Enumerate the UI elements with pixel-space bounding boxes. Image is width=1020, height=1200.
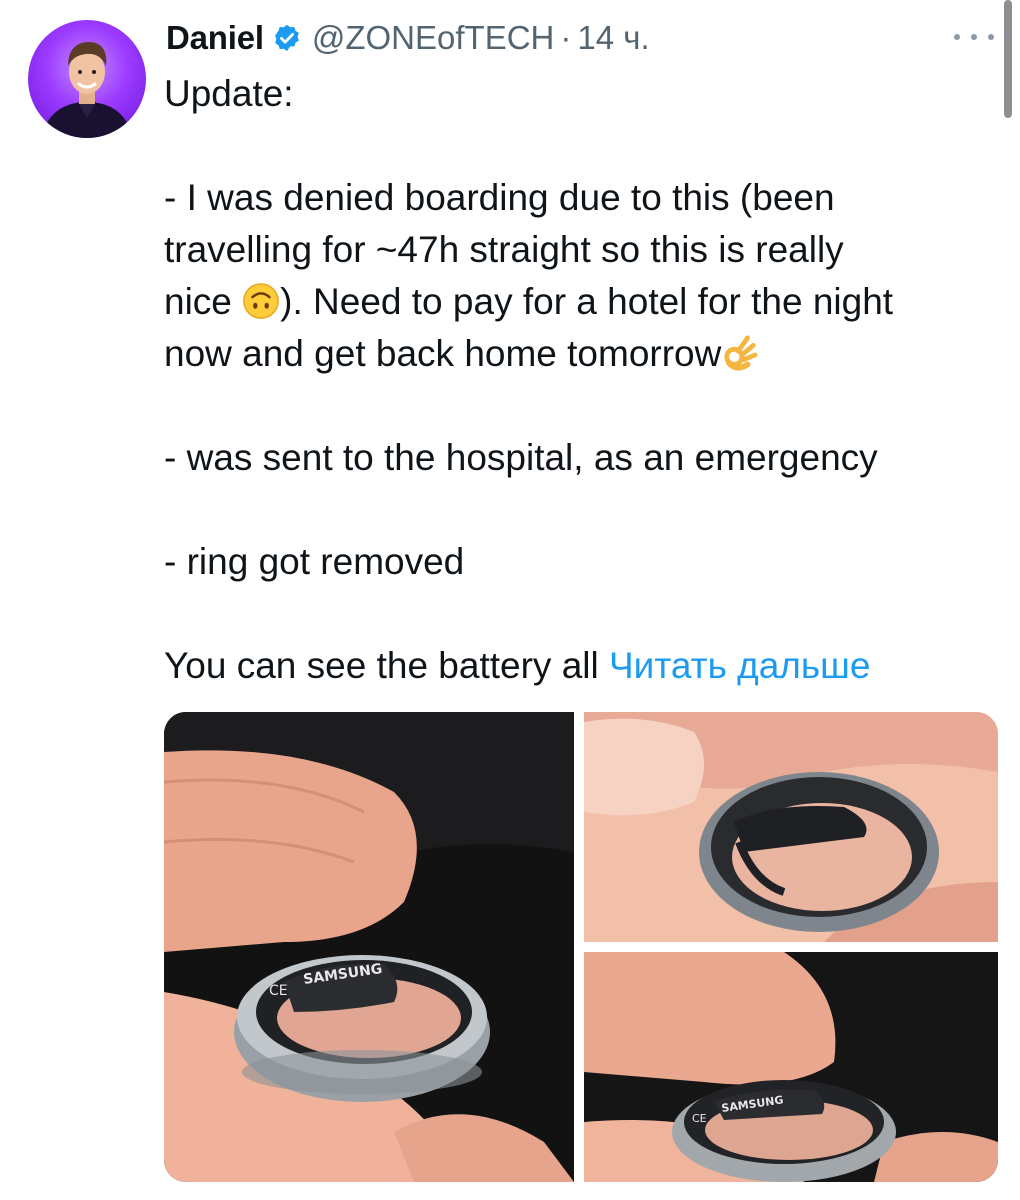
tweet-header: Daniel @ZONEofTECH · 14 ч.	[166, 14, 650, 62]
author-name[interactable]: Daniel	[166, 19, 264, 57]
ring-photo[interactable]: CE SAMSUNG	[164, 712, 574, 1182]
tweet-text-line: You can see the battery all Читать дальш…	[164, 640, 870, 692]
ring-photo[interactable]	[584, 712, 998, 942]
tweet-text-line: Update:	[164, 73, 294, 114]
tweet-text-line: nice ). Need to pay for a hotel for the …	[164, 276, 893, 328]
tweet-text-line: now and get back home tomorrow	[164, 328, 759, 380]
ring-ce-mark: CE	[692, 1112, 707, 1125]
author-handle[interactable]: @ZONEofTECH	[312, 19, 555, 57]
tweet-text-line: travelling for ~47h straight so this is …	[164, 229, 844, 270]
media-grid: CE SAMSUNG CE SAMSUNG	[164, 712, 998, 1182]
tweet-text-line: - I was denied boarding due to this (bee…	[164, 177, 835, 218]
tweet-card[interactable]: Daniel @ZONEofTECH · 14 ч. Update: - I w…	[0, 0, 1020, 1200]
read-more-link[interactable]: Читать дальше	[609, 645, 870, 686]
more-options-icon[interactable]	[954, 30, 994, 44]
header-separator: ·	[560, 19, 572, 56]
tweet-text-segment: nice	[164, 281, 243, 322]
scrollbar[interactable]	[1004, 0, 1012, 118]
ok-hand-emoji	[721, 334, 759, 372]
verified-badge-icon[interactable]	[272, 23, 302, 53]
tweet-text-segment: now and get back home tomorrow	[164, 333, 722, 374]
ring-photo[interactable]: CE SAMSUNG	[584, 952, 998, 1182]
ring-ce-mark: CE	[269, 983, 288, 999]
avatar[interactable]	[28, 20, 146, 138]
tweet-text-segment: ). Need to pay for a hotel for the night	[280, 281, 894, 322]
tweet-text-line: - ring got removed	[164, 541, 465, 582]
tweet-text-line: - was sent to the hospital, as an emerge…	[164, 437, 878, 478]
tweet-timestamp[interactable]: 14 ч.	[577, 19, 649, 57]
tweet-text-segment: You can see the battery all	[164, 645, 609, 686]
upside-down-face-emoji	[242, 282, 280, 320]
